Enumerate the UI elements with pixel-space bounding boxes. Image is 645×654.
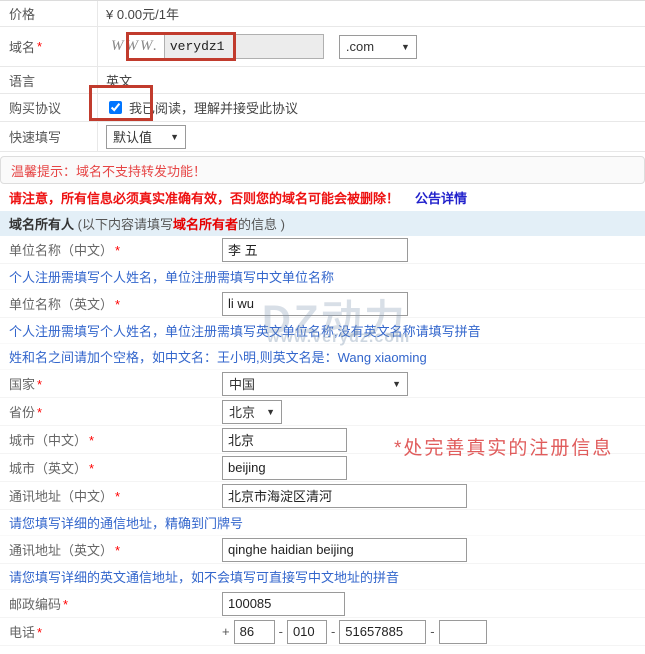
required-asterisk: * — [89, 433, 94, 448]
required-asterisk: * — [115, 297, 120, 312]
phone-plus-sign: + — [222, 624, 230, 639]
agreement-checkbox[interactable] — [109, 101, 122, 114]
address-cn-label: 通讯地址（中文）* — [9, 486, 222, 505]
price-row: 价格 ¥ 0.00元/1年 — [0, 1, 645, 27]
org-name-en-input[interactable] — [222, 292, 408, 316]
tip-notice: 温馨提示：域名不支持转发功能！ — [0, 156, 645, 184]
required-asterisk: * — [37, 39, 42, 54]
chevron-down-icon: ▼ — [392, 379, 401, 389]
quickfill-select[interactable]: 默认值 ▼ — [106, 125, 186, 149]
quickfill-selected-value: 默认值 — [113, 127, 152, 146]
phone-row: 电话* + - - - — [0, 618, 645, 646]
city-en-label: 城市（英文）* — [9, 458, 222, 477]
domain-label-text: 域名 — [9, 37, 35, 56]
required-asterisk: * — [115, 489, 120, 504]
required-asterisk: * — [115, 243, 120, 258]
zip-input[interactable] — [222, 592, 345, 616]
agreement-label: 购买协议 — [0, 94, 98, 121]
agreement-text: 我已阅读，理解并接受此协议 — [129, 98, 298, 117]
agreement-cell: 我已阅读，理解并接受此协议 — [98, 94, 645, 121]
org-name-cn-label: 单位名称（中文）* — [9, 240, 222, 259]
required-asterisk: * — [63, 597, 68, 612]
price-label: 价格 — [0, 1, 98, 26]
domain-label: 域名* — [0, 27, 98, 66]
address-en-input[interactable] — [222, 538, 467, 562]
quickfill-cell: 默认值 ▼ — [98, 122, 645, 151]
country-select[interactable]: 中国 ▼ — [222, 372, 408, 396]
owner-subtitle-suffix: 的信息 ) — [238, 214, 285, 233]
address-en-row: 通讯地址（英文）* — [0, 536, 645, 564]
domain-name-input[interactable] — [164, 34, 324, 59]
phone-separator: - — [430, 624, 434, 639]
announcement-link[interactable]: 公告详情 — [415, 188, 467, 207]
domain-registration-form: 价格 ¥ 0.00元/1年 域名* WWW. .com ▼ 语言 英文 购买协议 — [0, 0, 645, 654]
org-name-en-hint-2: 姓和名之间请加个空格，如中文名：王小明,则英文名是：Wang xiaoming — [0, 344, 645, 370]
org-name-en-label: 单位名称（英文）* — [9, 294, 222, 313]
tld-select[interactable]: .com ▼ — [339, 35, 417, 59]
address-cn-input[interactable] — [222, 484, 467, 508]
country-label: 国家* — [9, 374, 222, 393]
quickfill-row: 快速填写 默认值 ▼ — [0, 122, 645, 152]
chevron-down-icon: ▼ — [170, 132, 179, 142]
chevron-down-icon: ▼ — [401, 42, 410, 52]
quickfill-label: 快速填写 — [0, 122, 98, 151]
required-asterisk: * — [37, 405, 42, 420]
phone-separator: - — [279, 624, 283, 639]
province-select[interactable]: 北京 ▼ — [222, 400, 282, 424]
agreement-row: 购买协议 我已阅读，理解并接受此协议 — [0, 94, 645, 122]
org-name-cn-row: 单位名称（中文）* — [0, 236, 645, 264]
org-name-cn-input[interactable] — [222, 238, 408, 262]
address-en-label: 通讯地址（英文）* — [9, 540, 222, 559]
tld-selected-value: .com — [346, 39, 374, 54]
warning-line: 请注意，所有信息必须真实准确有效，否则您的域名可能会被删除！ 公告详情 — [0, 184, 645, 211]
phone-label: 电话* — [9, 622, 222, 641]
warning-text: 请注意，所有信息必须真实准确有效，否则您的域名可能会被删除！ — [9, 188, 399, 207]
country-row: 国家* 中国 ▼ — [0, 370, 645, 398]
domain-summary-table: 价格 ¥ 0.00元/1年 域名* WWW. .com ▼ 语言 英文 购买协议 — [0, 0, 645, 152]
owner-section-title: 域名所有人 — [9, 214, 74, 233]
required-asterisk: * — [89, 461, 94, 476]
language-label: 语言 — [0, 67, 98, 93]
owner-subtitle-highlight: 域名所有者 — [173, 214, 238, 233]
language-value: 英文 — [98, 67, 645, 93]
owner-section-header: 域名所有人 (以下内容请填写 域名所有者 的信息 ) — [0, 211, 645, 236]
province-selected-value: 北京 — [229, 402, 255, 421]
phone-area-code-input[interactable] — [287, 620, 327, 644]
address-en-hint: 请您填写详细的英文通信地址，如不会填写可直接写中文地址的拼音 — [0, 564, 645, 590]
city-cn-label: 城市（中文）* — [9, 430, 222, 449]
city-en-input[interactable] — [222, 456, 347, 480]
zip-label: 邮政编码* — [9, 594, 222, 613]
city-en-row: 城市（英文）* — [0, 454, 645, 482]
required-asterisk: * — [37, 377, 42, 392]
language-row: 语言 英文 — [0, 67, 645, 94]
org-name-en-hint-1: 个人注册需填写个人姓名，单位注册需填写英文单位名称,没有英文名称请填写拼音 — [0, 318, 645, 344]
domain-row: 域名* WWW. .com ▼ — [0, 27, 645, 67]
country-selected-value: 中国 — [229, 374, 255, 393]
address-cn-hint: 请您填写详细的通信地址，精确到门牌号 — [0, 510, 645, 536]
province-row: 省份* 北京 ▼ — [0, 398, 645, 426]
zip-row: 邮政编码* — [0, 590, 645, 618]
phone-country-code-input[interactable] — [234, 620, 275, 644]
tip-text: 温馨提示：域名不支持转发功能！ — [11, 161, 206, 180]
price-value: ¥ 0.00元/1年 — [98, 1, 645, 26]
www-prefix: WWW. — [111, 38, 159, 55]
city-cn-row: 城市（中文）* — [0, 426, 645, 454]
phone-separator: - — [331, 624, 335, 639]
required-asterisk: * — [37, 625, 42, 640]
province-label: 省份* — [9, 402, 222, 421]
org-name-cn-hint: 个人注册需填写个人姓名，单位注册需填写中文单位名称 — [0, 264, 645, 290]
phone-number-input[interactable] — [339, 620, 426, 644]
owner-subtitle-prefix: (以下内容请填写 — [74, 214, 173, 233]
chevron-down-icon: ▼ — [266, 407, 275, 417]
required-asterisk: * — [115, 543, 120, 558]
city-cn-input[interactable] — [222, 428, 347, 452]
org-name-en-row: 单位名称（英文）* — [0, 290, 645, 318]
phone-extension-input[interactable] — [439, 620, 487, 644]
domain-value-cell: WWW. .com ▼ — [98, 27, 645, 66]
address-cn-row: 通讯地址（中文）* — [0, 482, 645, 510]
